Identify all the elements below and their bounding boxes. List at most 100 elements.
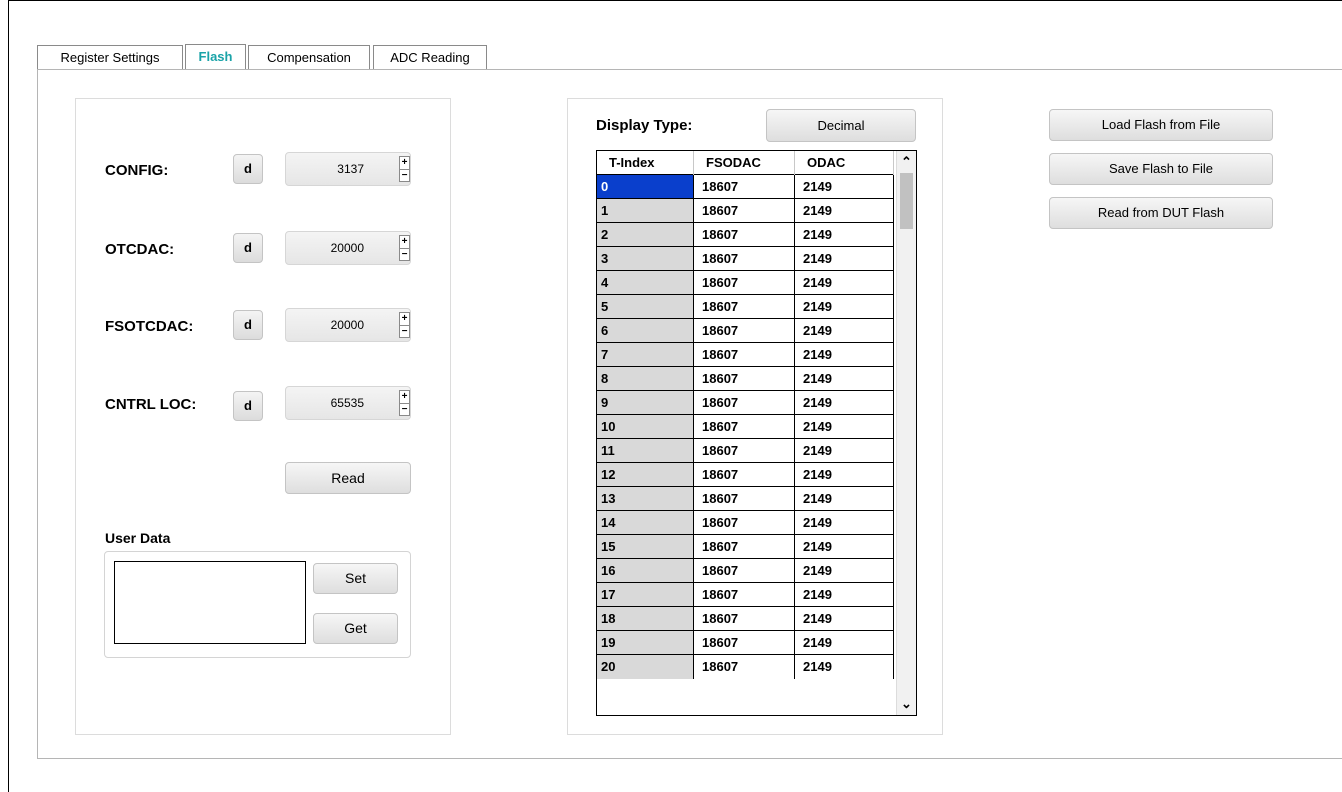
table-row[interactable]: 10 18607 2149 (597, 414, 894, 439)
cell-t-index[interactable]: 18 (597, 606, 694, 631)
table-scrollbar[interactable]: ⌃ ⌄ (896, 151, 916, 715)
read-dut-flash-button[interactable]: Read from DUT Flash (1049, 197, 1273, 229)
user-data-textbox[interactable] (114, 561, 306, 644)
spin-up-icon[interactable]: + (400, 157, 409, 170)
cell-fsodac[interactable]: 18607 (693, 366, 795, 391)
cell-t-index[interactable]: 5 (597, 294, 694, 319)
cell-fsodac[interactable]: 18607 (693, 582, 795, 607)
table-row[interactable]: 7 18607 2149 (597, 342, 894, 367)
cell-odac[interactable]: 2149 (794, 582, 894, 607)
fsotcdac-spin-arrows[interactable]: + − (399, 312, 410, 338)
tab-adc-reading[interactable]: ADC Reading (373, 45, 487, 69)
table-row[interactable]: 4 18607 2149 (597, 270, 894, 295)
table-row[interactable]: 8 18607 2149 (597, 366, 894, 391)
table-row[interactable]: 3 18607 2149 (597, 246, 894, 271)
cell-odac[interactable]: 2149 (794, 390, 894, 415)
get-button[interactable]: Get (313, 613, 398, 644)
cntrl-loc-spin-arrows[interactable]: + − (399, 390, 410, 416)
spin-down-icon[interactable]: − (400, 249, 409, 261)
cell-fsodac[interactable]: 18607 (693, 318, 795, 343)
cell-t-index[interactable]: 14 (597, 510, 694, 535)
cell-odac[interactable]: 2149 (794, 294, 894, 319)
cell-fsodac[interactable]: 18607 (693, 198, 795, 223)
cell-odac[interactable]: 2149 (794, 486, 894, 511)
table-row[interactable]: 14 18607 2149 (597, 510, 894, 535)
table-row[interactable]: 15 18607 2149 (597, 534, 894, 559)
cell-t-index[interactable]: 7 (597, 342, 694, 367)
load-flash-button[interactable]: Load Flash from File (1049, 109, 1273, 141)
cell-fsodac[interactable]: 18607 (693, 294, 795, 319)
cell-t-index[interactable]: 9 (597, 390, 694, 415)
table-row[interactable]: 2 18607 2149 (597, 222, 894, 247)
cell-fsodac[interactable]: 18607 (693, 630, 795, 655)
spin-up-icon[interactable]: + (400, 236, 409, 249)
cell-fsodac[interactable]: 18607 (693, 390, 795, 415)
cell-t-index[interactable]: 16 (597, 558, 694, 583)
cell-fsodac[interactable]: 18607 (693, 270, 795, 295)
spin-down-icon[interactable]: − (400, 170, 409, 182)
table-row[interactable]: 5 18607 2149 (597, 294, 894, 319)
table-row[interactable]: 16 18607 2149 (597, 558, 894, 583)
cell-fsodac[interactable]: 18607 (693, 606, 795, 631)
cell-t-index[interactable]: 17 (597, 582, 694, 607)
cell-odac[interactable]: 2149 (794, 222, 894, 247)
cntrl-loc-spinner[interactable]: 65535 + − (285, 386, 411, 420)
cell-fsodac[interactable]: 18607 (693, 534, 795, 559)
fsotcdac-spinner[interactable]: 20000 + − (285, 308, 411, 342)
read-button[interactable]: Read (285, 462, 411, 494)
cell-t-index[interactable]: 19 (597, 630, 694, 655)
config-spin-arrows[interactable]: + − (399, 156, 410, 182)
otcdac-spinner[interactable]: 20000 + − (285, 231, 411, 265)
scroll-down-icon[interactable]: ⌄ (897, 695, 916, 713)
fsotcdac-format-button[interactable]: d (233, 310, 263, 340)
table-row[interactable]: 1 18607 2149 (597, 198, 894, 223)
cell-odac[interactable]: 2149 (794, 630, 894, 655)
cell-fsodac[interactable]: 18607 (693, 486, 795, 511)
cell-odac[interactable]: 2149 (794, 654, 894, 679)
cell-fsodac[interactable]: 18607 (693, 654, 795, 679)
table-row[interactable]: 20 18607 2149 (597, 654, 894, 679)
cell-fsodac[interactable]: 18607 (693, 462, 795, 487)
cell-t-index[interactable]: 20 (597, 654, 694, 679)
cell-fsodac[interactable]: 18607 (693, 414, 795, 439)
cell-fsodac[interactable]: 18607 (693, 246, 795, 271)
set-button[interactable]: Set (313, 563, 398, 594)
table-row[interactable]: 0 18607 2149 (597, 174, 894, 199)
cell-t-index[interactable]: 10 (597, 414, 694, 439)
save-flash-button[interactable]: Save Flash to File (1049, 153, 1273, 185)
cell-odac[interactable]: 2149 (794, 246, 894, 271)
cell-t-index[interactable]: 3 (597, 246, 694, 271)
cell-odac[interactable]: 2149 (794, 438, 894, 463)
spin-down-icon[interactable]: − (400, 326, 409, 338)
cell-fsodac[interactable]: 18607 (693, 222, 795, 247)
cell-fsodac[interactable]: 18607 (693, 438, 795, 463)
column-header-fsodac[interactable]: FSODAC (693, 151, 795, 175)
spin-up-icon[interactable]: + (400, 313, 409, 326)
tab-flash[interactable]: Flash (185, 44, 246, 70)
table-row[interactable]: 9 18607 2149 (597, 390, 894, 415)
cell-t-index[interactable]: 11 (597, 438, 694, 463)
cell-t-index[interactable]: 15 (597, 534, 694, 559)
column-header-odac[interactable]: ODAC (794, 151, 894, 175)
table-row[interactable]: 6 18607 2149 (597, 318, 894, 343)
cell-odac[interactable]: 2149 (794, 270, 894, 295)
cell-odac[interactable]: 2149 (794, 366, 894, 391)
cell-t-index[interactable]: 0 (597, 174, 694, 199)
cell-fsodac[interactable]: 18607 (693, 510, 795, 535)
display-type-button[interactable]: Decimal (766, 109, 916, 142)
cell-t-index[interactable]: 13 (597, 486, 694, 511)
cell-t-index[interactable]: 1 (597, 198, 694, 223)
flash-table[interactable]: T-Index FSODAC ODAC 0 18607 2149 1 18607 2149… (596, 150, 917, 716)
cell-odac[interactable]: 2149 (794, 174, 894, 199)
table-row[interactable]: 19 18607 2149 (597, 630, 894, 655)
cell-t-index[interactable]: 4 (597, 270, 694, 295)
tab-register-settings[interactable]: Register Settings (37, 45, 183, 69)
table-row[interactable]: 12 18607 2149 (597, 462, 894, 487)
cell-odac[interactable]: 2149 (794, 606, 894, 631)
scroll-up-icon[interactable]: ⌃ (897, 153, 916, 171)
cell-odac[interactable]: 2149 (794, 558, 894, 583)
cell-t-index[interactable]: 2 (597, 222, 694, 247)
cell-odac[interactable]: 2149 (794, 318, 894, 343)
cell-t-index[interactable]: 8 (597, 366, 694, 391)
cell-fsodac[interactable]: 18607 (693, 558, 795, 583)
